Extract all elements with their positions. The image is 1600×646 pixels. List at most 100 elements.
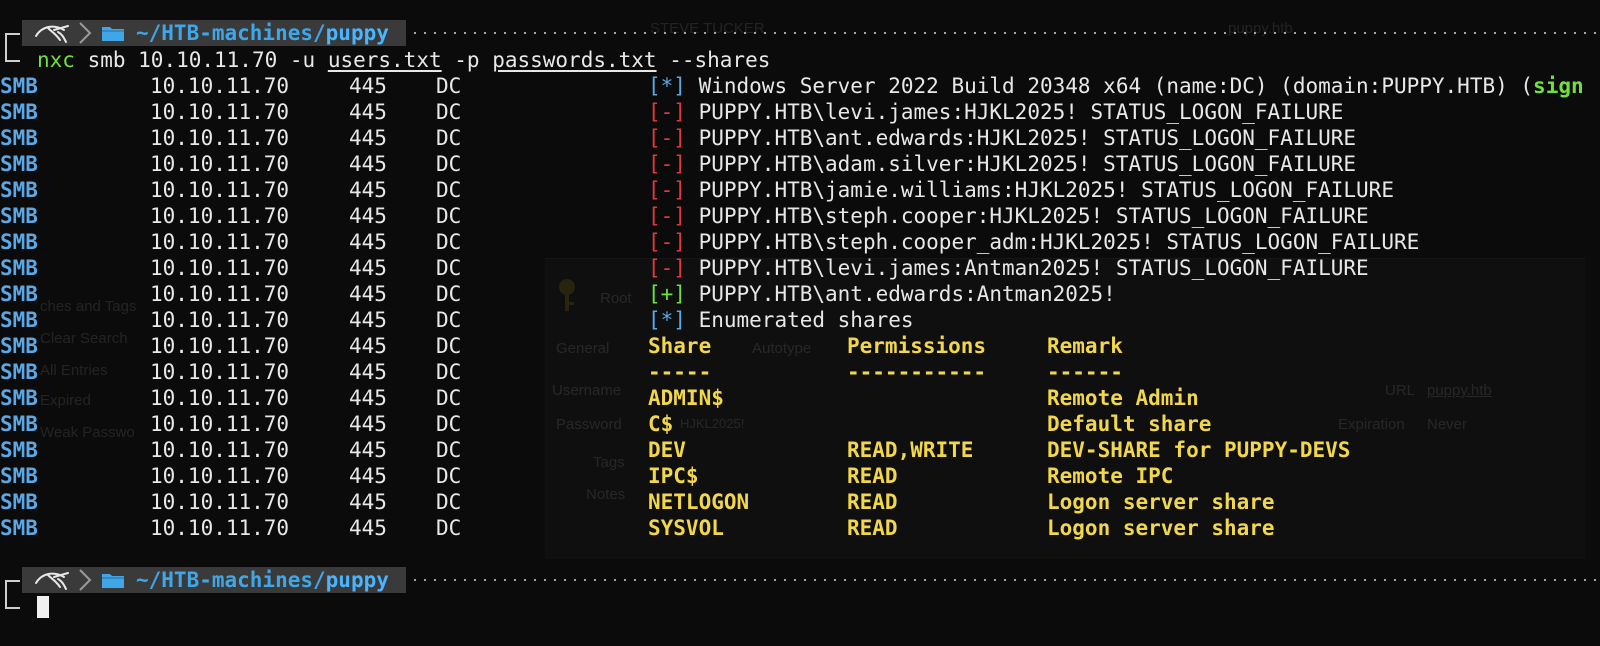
host-address: 10.10.11.70 [150, 204, 290, 228]
status-tag: [-] [648, 256, 686, 280]
prompt-path-current-dir: puppy [325, 21, 389, 45]
port-number: 445 [349, 74, 387, 98]
host-address: 10.10.11.70 [150, 360, 290, 384]
prompt-corner-bottom [5, 586, 20, 609]
status-tag: [+] [648, 282, 686, 306]
host-address: 10.10.11.70 [150, 438, 290, 462]
host-address: 10.10.11.70 [150, 230, 290, 254]
status-tag: [-] [648, 126, 686, 150]
share-permissions: Permissions [847, 334, 987, 358]
port-number: 445 [349, 516, 387, 540]
protocol-label: SMB [0, 438, 38, 462]
protocol-label: SMB [0, 178, 38, 202]
port-number: 445 [349, 282, 387, 306]
port-number: 445 [349, 152, 387, 176]
chevron-right-icon [79, 22, 92, 44]
prompt-path: ~/HTB-machines/puppy [136, 567, 389, 593]
output-message: [-] PUPPY.HTB\adam.silver:HJKL2025! STAT… [648, 151, 1356, 177]
output-row: SMB 10.10.11.70 445 DC [-] PUPPY.HTB\adam.si… [0, 151, 1600, 177]
host-name: DC [436, 360, 462, 384]
port-number: 445 [349, 178, 387, 202]
protocol-label: SMB [0, 282, 38, 306]
share-remark: Logon server share [1047, 490, 1275, 514]
host-name: DC [436, 412, 462, 436]
output-message: [*] Enumerated shares [648, 307, 914, 333]
host-address: 10.10.11.70 [150, 126, 290, 150]
command-args: smb 10.10.11.70 -u [74, 48, 328, 72]
command-text[interactable]: nxc smb 10.10.11.70 -u users.txt -p pass… [37, 47, 770, 73]
share-row: SMB 10.10.11.70 445 DC DEV READ,WRITE DEV-SHAR… [0, 437, 1600, 463]
output-row: SMB 10.10.11.70 445 DC [-] PUPPY.HTB\steph.c… [0, 203, 1600, 229]
host-name: DC [436, 308, 462, 332]
protocol-label: SMB [0, 126, 38, 150]
share-remark: Remote IPC [1047, 464, 1174, 488]
share-remark: Default share [1047, 412, 1212, 436]
share-row: SMB 10.10.11.70 445 DC NETLOGON READ Logon ser… [0, 489, 1600, 515]
message-text: PUPPY.HTB\steph.cooper:HJKL2025! STATUS_… [698, 204, 1369, 228]
share-remark: ------ [1047, 360, 1123, 384]
message-text: PUPPY.HTB\levi.james:HJKL2025! STATUS_LO… [698, 100, 1344, 124]
prompt-dotted-rule [410, 32, 1600, 34]
shell-prompt: ~/HTB-machines/puppy [0, 20, 1600, 61]
message-text: PUPPY.HTB\jamie.williams:HJKL2025! STATU… [698, 178, 1394, 202]
host-address: 10.10.11.70 [150, 282, 290, 306]
message-text: PUPPY.HTB\ant.edwards:HJKL2025! STATUS_L… [698, 126, 1357, 150]
host-address: 10.10.11.70 [150, 464, 290, 488]
message-text: PUPPY.HTB\levi.james:Antman2025! STATUS_… [698, 256, 1369, 280]
share-remark: DEV-SHARE for PUPPY-DEVS [1047, 438, 1351, 462]
protocol-label: SMB [0, 74, 38, 98]
command-args: -p [441, 48, 493, 72]
host-name: DC [436, 126, 462, 150]
protocol-label: SMB [0, 152, 38, 176]
command-line-empty [0, 586, 25, 620]
kali-dragon-icon [35, 25, 69, 43]
prompt-path-current-dir: puppy [325, 568, 389, 592]
message-text: PUPPY.HTB\steph.cooper_adm:HJKL2025! STA… [698, 230, 1420, 254]
terminal-cursor[interactable] [37, 596, 49, 618]
protocol-label: SMB [0, 256, 38, 280]
chevron-right-icon [79, 569, 92, 591]
output-row: SMB 10.10.11.70 445 DC [*] Windows Server 20… [0, 73, 1600, 99]
share-remark: Remark [1047, 334, 1123, 358]
port-number: 445 [349, 386, 387, 410]
message-extra: sign [1533, 74, 1584, 98]
protocol-label: SMB [0, 334, 38, 358]
protocol-label: SMB [0, 204, 38, 228]
shares-header: SMB 10.10.11.70 445 DC Share Permissions Remar… [0, 333, 1600, 359]
host-address: 10.10.11.70 [150, 334, 290, 358]
command-line: nxc smb 10.10.11.70 -u users.txt -p pass… [0, 39, 770, 73]
share-name: DEV [648, 438, 686, 462]
share-remark: Logon server share [1047, 516, 1275, 540]
share-name: ADMIN$ [648, 386, 724, 410]
host-name: DC [436, 282, 462, 306]
message-text: Windows Server 2022 Build 20348 x64 (nam… [698, 74, 1534, 98]
port-number: 445 [349, 126, 387, 150]
host-name: DC [436, 204, 462, 228]
protocol-label: SMB [0, 412, 38, 436]
message-text: PUPPY.HTB\ant.edwards:Antman2025! [698, 282, 1116, 306]
protocol-label: SMB [0, 230, 38, 254]
shell-prompt: ~/HTB-machines/puppy [0, 567, 1600, 608]
host-address: 10.10.11.70 [150, 74, 290, 98]
host-address: 10.10.11.70 [150, 178, 290, 202]
output-message: [-] PUPPY.HTB\ant.edwards:HJKL2025! STAT… [648, 125, 1356, 151]
share-row: SMB 10.10.11.70 445 DC SYSVOL READ Logon serve… [0, 515, 1600, 541]
share-name: NETLOGON [648, 490, 750, 514]
output-row: SMB 10.10.11.70 445 DC [-] PUPPY.HTB\ant.edw… [0, 125, 1600, 151]
host-name: DC [436, 490, 462, 514]
share-row: SMB 10.10.11.70 445 DC C$ Default share [0, 411, 1600, 437]
share-permissions: READ [847, 490, 898, 514]
output-message: [*] Windows Server 2022 Build 20348 x64 … [648, 73, 1584, 99]
share-permissions: READ [847, 516, 898, 540]
port-number: 445 [349, 464, 387, 488]
kali-dragon-icon [35, 572, 69, 590]
status-tag: [-] [648, 152, 686, 176]
share-name: ----- [648, 360, 712, 384]
status-tag: [-] [648, 230, 686, 254]
share-name: Share [648, 334, 712, 358]
host-address: 10.10.11.70 [150, 386, 290, 410]
output-row: SMB 10.10.11.70 445 DC [-] PUPPY.HTB\levi.ja… [0, 99, 1600, 125]
port-number: 445 [349, 412, 387, 436]
share-row: SMB 10.10.11.70 445 DC IPC$ READ Remote IPC [0, 463, 1600, 489]
folder-icon [102, 27, 124, 41]
